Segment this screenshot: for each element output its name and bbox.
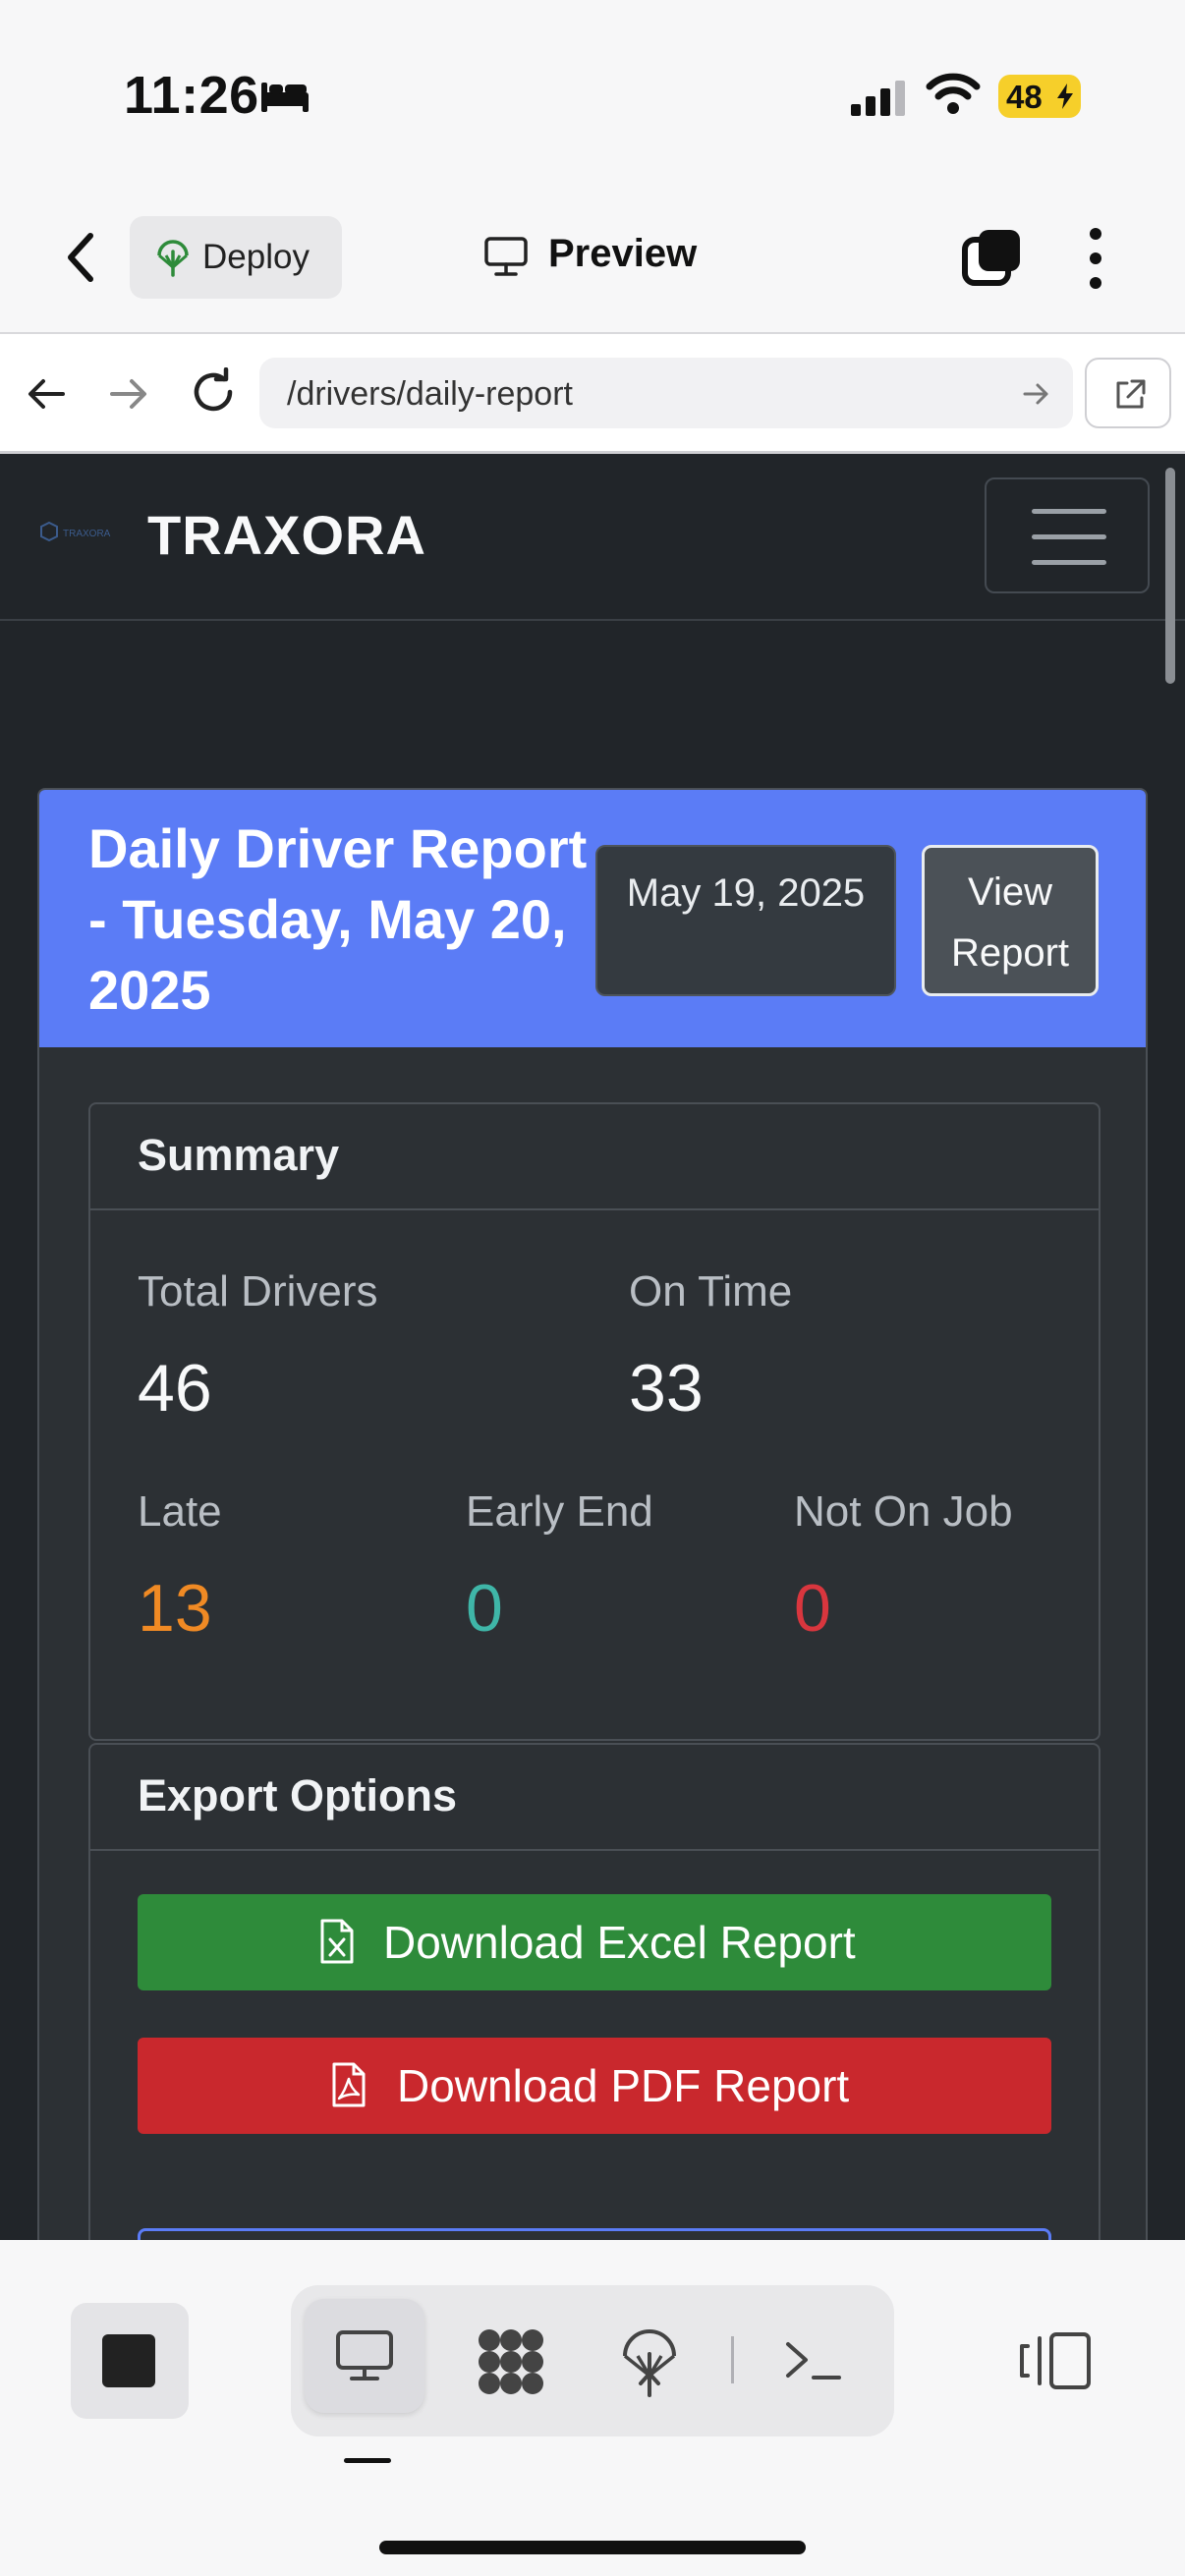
summary-header: Summary [90, 1104, 1099, 1210]
download-pdf-button[interactable]: Download PDF Report [138, 2038, 1051, 2134]
report-title: Daily Driver Report - Tuesday, May 20, 2… [88, 817, 588, 1021]
reload-icon[interactable] [189, 367, 238, 417]
open-external-button[interactable] [1085, 358, 1171, 428]
go-arrow-icon[interactable] [1022, 379, 1051, 409]
battery-indicator: 48 [998, 75, 1081, 118]
url-text: /drivers/daily-report [287, 375, 573, 413]
page-scrollbar[interactable] [1165, 468, 1175, 684]
late-label: Late [138, 1487, 222, 1536]
url-field[interactable]: /drivers/daily-report [259, 358, 1073, 428]
active-tab-indicator [344, 2458, 391, 2463]
wifi-icon [926, 73, 981, 114]
hamburger-line [1032, 509, 1106, 514]
next-section-card [138, 2228, 1051, 2240]
browser-bar: /drivers/daily-report [0, 334, 1185, 454]
web-content: TRAXORA TRAXORA Daily Driver Report - Tu… [0, 454, 1185, 2240]
more-options-icon[interactable] [1081, 226, 1110, 291]
hamburger-line [1032, 560, 1106, 565]
site-navbar: TRAXORA TRAXORA [0, 454, 1185, 684]
external-link-icon [1116, 379, 1146, 409]
summary-panel: Summary Total Drivers 46 On Time 33 Late… [88, 1102, 1100, 1741]
summary-title: Summary [138, 1130, 340, 1180]
desktop-icon [336, 2330, 393, 2380]
excel-file-icon [320, 1919, 354, 1964]
hamburger-line [1032, 534, 1106, 539]
brand-logo[interactable]: TRAXORA [39, 521, 120, 544]
battery-level: 48 [1006, 79, 1043, 115]
browser-forward-icon[interactable] [106, 371, 151, 417]
bottom-toolbar [0, 2240, 1185, 2576]
total-drivers-label: Total Drivers [138, 1267, 378, 1316]
export-options-panel: Export Options Download Excel Report Dow… [88, 1743, 1100, 2240]
cellular-signal-icon [851, 81, 905, 116]
terminal-icon[interactable] [784, 2336, 843, 2385]
deploy-icon[interactable] [619, 2324, 680, 2399]
on-time-label: On Time [629, 1267, 793, 1316]
deploy-icon [157, 240, 189, 277]
logo-text: TRAXORA [63, 529, 111, 539]
date-picker[interactable]: May 19, 2025 [595, 845, 896, 996]
view-switcher [291, 2285, 894, 2436]
workflow-icon[interactable] [474, 2324, 548, 2399]
deploy-label: Deploy [202, 238, 310, 276]
charging-bolt-icon [1057, 84, 1073, 109]
not-on-job-label: Not On Job [794, 1487, 1013, 1536]
brand-name[interactable]: TRAXORA [147, 503, 426, 567]
late-value: 13 [138, 1571, 212, 1646]
total-drivers-value: 46 [138, 1351, 212, 1426]
menu-toggle-button[interactable] [985, 477, 1150, 593]
status-time: 11:26 [124, 66, 259, 125]
app-header: Deploy Preview [0, 187, 1185, 334]
stop-button[interactable] [71, 2303, 189, 2419]
export-header: Export Options [90, 1745, 1099, 1851]
export-title: Export Options [138, 1770, 457, 1820]
back-chevron-icon[interactable] [61, 228, 100, 287]
deploy-button[interactable]: Deploy [130, 216, 342, 299]
toolbar-divider [731, 2336, 734, 2383]
home-indicator[interactable] [379, 2541, 806, 2554]
on-time-value: 33 [629, 1351, 704, 1426]
not-on-job-value: 0 [794, 1571, 831, 1646]
status-bar: 11:26 48 [0, 0, 1185, 187]
view-report-button[interactable]: View Report [922, 845, 1099, 996]
logo-mark-icon: TRAXORA [40, 521, 111, 542]
download-pdf-label: Download PDF Report [397, 2060, 850, 2111]
early-end-value: 0 [466, 1571, 503, 1646]
monitor-icon [484, 237, 528, 276]
download-excel-label: Download Excel Report [383, 1917, 856, 1968]
daily-report-card: Daily Driver Report - Tuesday, May 20, 2… [37, 788, 1148, 2240]
early-end-label: Early End [466, 1487, 653, 1536]
stop-icon [102, 2334, 155, 2387]
panel-toggle-icon[interactable] [1018, 2330, 1093, 2391]
report-header: Daily Driver Report - Tuesday, May 20, 2… [39, 790, 1146, 1047]
sleep-focus-icon [261, 83, 309, 112]
preview-label: Preview [548, 232, 698, 275]
desktop-view-button[interactable] [305, 2299, 424, 2413]
download-excel-button[interactable]: Download Excel Report [138, 1894, 1051, 1990]
pdf-file-icon [332, 2062, 366, 2107]
tabs-icon[interactable] [961, 226, 1024, 289]
browser-back-icon[interactable] [24, 371, 69, 417]
